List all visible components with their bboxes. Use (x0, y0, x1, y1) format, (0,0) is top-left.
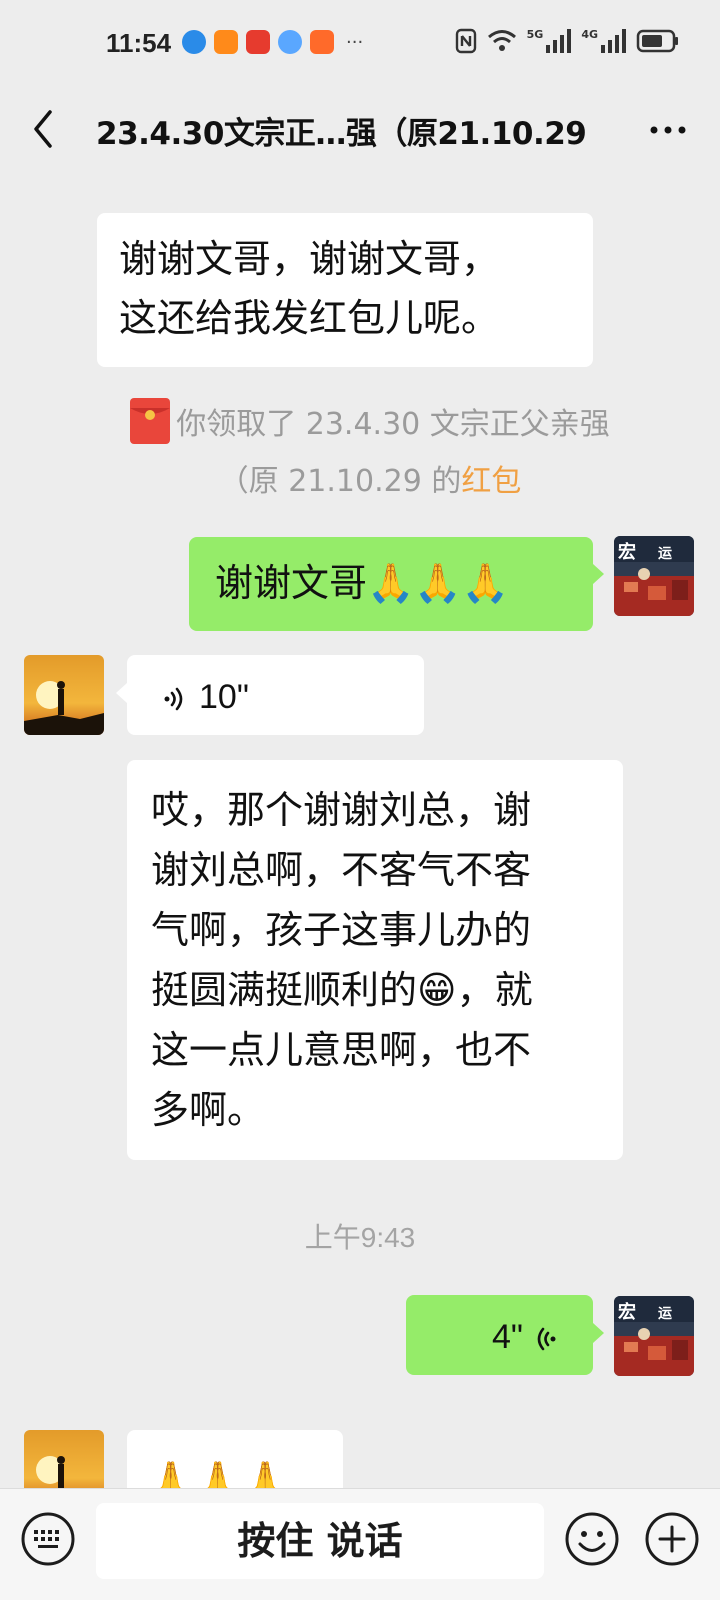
more-notifications-icon: ··· (346, 31, 364, 53)
svg-text:宏: 宏 (618, 1301, 636, 1323)
voice-duration: 4" (492, 1318, 523, 1356)
emoji-icon[interactable] (564, 1511, 620, 1567)
system-notice-line: 你领取了 23.4.30 文宗正父亲强 (70, 396, 670, 453)
message-text-line: 挺圆满挺顺利的😁，就 (151, 968, 533, 1012)
status-bar: 11:54 ··· 5G 4G (0, 0, 720, 90)
ellipsis-icon[interactable] (646, 112, 690, 148)
message-bubble[interactable]: 谢谢文哥，谢谢文哥， 这还给我发红包儿呢。 (97, 213, 593, 367)
network-5g-label: 5G (526, 28, 544, 41)
signal-icon (546, 29, 572, 53)
nfc-icon (455, 28, 476, 54)
chevron-left-icon[interactable] (24, 104, 64, 154)
network-4g-label: 4G (581, 28, 598, 41)
time-separator: 上午9:43 (304, 1222, 416, 1253)
system-notice: 你领取了 23.4.30 文宗正父亲强 （原 21.10.29 的红包 (70, 396, 670, 510)
contact-avatar[interactable] (24, 655, 104, 735)
chat-header: 23.4.30文宗正…强（原21.10.29 (0, 90, 720, 170)
system-notice-line: （原 21.10.29 的红包 (218, 464, 522, 499)
my-avatar[interactable]: 宏运 (614, 1296, 694, 1376)
news-app-icon (246, 30, 270, 54)
bubble-tail (593, 1323, 604, 1343)
status-right: 5G 4G (455, 28, 680, 54)
chat-title: 23.4.30文宗正…强（原21.10.29 (96, 116, 587, 152)
message-text-line: 气啊，孩子这事儿办的 (151, 908, 532, 952)
battery-icon (636, 29, 678, 53)
message-text-line: 多啊。 (151, 1088, 266, 1132)
voice-message-bubble[interactable]: 10" (127, 655, 424, 735)
bubble-tail (593, 564, 604, 584)
status-time: 11:54 (106, 28, 172, 58)
red-packet-icon (130, 398, 171, 444)
input-bar: 按住 说话 (0, 1488, 720, 1600)
message-bubble[interactable]: 哎，那个谢谢刘总，谢 谢刘总啊，不客气不客 气啊，孩子这事儿办的 挺圆满挺顺利的… (127, 760, 623, 1160)
svg-text:运: 运 (658, 1306, 672, 1322)
message-text: 🙏🙏🙏 (147, 1459, 289, 1488)
message-text-line: 哎，那个谢谢刘总，谢 (151, 788, 532, 832)
hold-to-talk-button[interactable]: 按住 说话 (96, 1503, 544, 1579)
red-packet-link[interactable]: 红包 (461, 464, 521, 499)
voice-duration: 10" (199, 678, 249, 716)
keyboard-icon[interactable] (20, 1511, 76, 1567)
video-app-icon (214, 30, 238, 54)
svg-text:运: 运 (658, 546, 672, 562)
voice-wave-icon (537, 1327, 556, 1351)
status-app-icons: ··· (182, 30, 363, 54)
svg-text:宏: 宏 (618, 541, 636, 563)
message-text-line: 这还给我发红包儿呢。 (119, 296, 500, 340)
voice-message-bubble[interactable]: 4" (406, 1295, 593, 1375)
contact-avatar[interactable] (24, 1430, 104, 1488)
bubble-tail (116, 683, 127, 703)
signal-icon-2 (601, 29, 626, 53)
message-text-line: 谢刘总啊，不客气不客 (151, 848, 532, 892)
message-bubble[interactable]: 🙏🙏🙏 (127, 1430, 343, 1488)
game-app-icon (310, 30, 334, 54)
app-notification-icon (182, 30, 206, 54)
voice-wave-icon (164, 687, 183, 711)
message-text: 谢谢文哥🙏🙏🙏 (215, 561, 509, 605)
message-bubble[interactable]: 谢谢文哥🙏🙏🙏 (189, 537, 593, 631)
doll-app-icon (278, 30, 302, 54)
chat-message-list[interactable]: 谢谢文哥，谢谢文哥， 这还给我发红包儿呢。 你领取了 23.4.30 文宗正父亲… (0, 170, 720, 1488)
my-avatar[interactable]: 宏运 (614, 536, 694, 616)
wifi-icon (487, 30, 516, 51)
plus-icon[interactable] (644, 1511, 700, 1567)
message-text-line: 谢谢文哥，谢谢文哥， (119, 237, 500, 281)
message-text-line: 这一点儿意思啊，也不 (151, 1028, 532, 1072)
